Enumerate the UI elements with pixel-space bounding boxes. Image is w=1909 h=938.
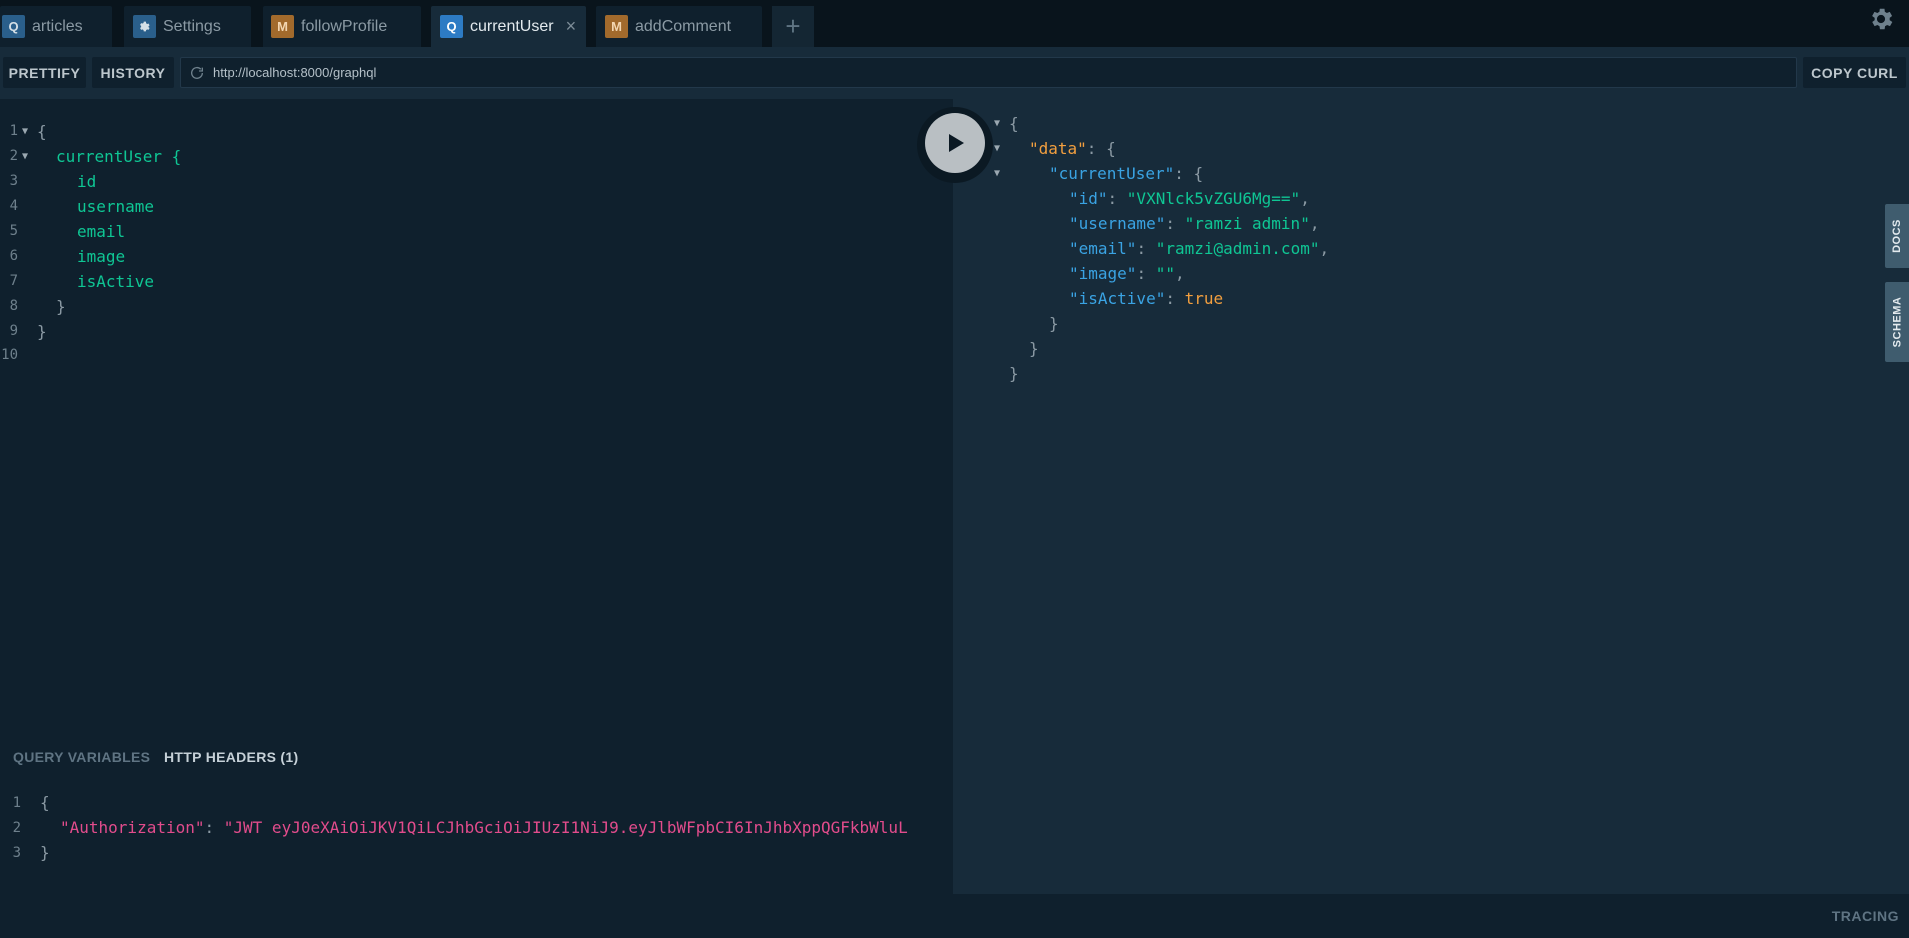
result-close-brace: } bbox=[1009, 364, 1019, 383]
code-line: username bbox=[77, 197, 155, 216]
mutation-badge: M bbox=[605, 15, 628, 38]
settings-gear-icon[interactable] bbox=[1867, 5, 1895, 33]
result-field-line: "email": "ramzi@admin.com", bbox=[1069, 239, 1330, 258]
tab-label: currentUser bbox=[470, 17, 554, 35]
add-tab-button[interactable]: + bbox=[772, 6, 814, 47]
fold-toggle-icon[interactable]: ▼ bbox=[994, 113, 1000, 135]
http-headers-editor[interactable]: 1 2 3 { "Authorization": "JWT eyJ0eXAiOi… bbox=[0, 779, 953, 894]
code-line: email bbox=[77, 222, 126, 241]
code-line: } bbox=[37, 322, 47, 341]
refresh-icon[interactable] bbox=[189, 65, 205, 81]
query-editor[interactable]: 1 2 3 4 5 6 7 8 9 10 ▼ ▼ { currentUser {… bbox=[0, 99, 953, 739]
code-line: currentUser { bbox=[56, 147, 182, 166]
close-tab-icon[interactable]: × bbox=[566, 16, 577, 37]
http-headers-tab[interactable]: HTTP HEADERS (1) bbox=[164, 749, 298, 765]
json-key: "id" bbox=[1069, 189, 1108, 208]
tab-bar: Q articles Settings M followProfile Q cu… bbox=[0, 0, 1909, 47]
play-icon bbox=[949, 134, 964, 152]
json-key: "currentUser" bbox=[1049, 164, 1175, 183]
line-number: 3 bbox=[9, 173, 18, 189]
query-variables-tab[interactable]: QUERY VARIABLES bbox=[13, 749, 150, 765]
line-number: 6 bbox=[9, 248, 18, 264]
tab-current-user[interactable]: Q currentUser × bbox=[431, 6, 586, 47]
line-number: 10 bbox=[1, 347, 18, 363]
tab-settings[interactable]: Settings bbox=[124, 6, 251, 47]
schema-tab[interactable]: SCHEMA bbox=[1885, 282, 1909, 362]
mutation-badge: M bbox=[271, 15, 294, 38]
tab-label: followProfile bbox=[301, 17, 388, 35]
header-key: "Authorization" bbox=[60, 818, 205, 837]
json-key: "username" bbox=[1069, 214, 1166, 233]
line-number: 2 bbox=[12, 820, 21, 836]
fold-toggle-icon[interactable]: ▼ bbox=[994, 163, 1000, 185]
docs-tab-label: DOCS bbox=[1891, 219, 1903, 253]
result-open-brace: { bbox=[1009, 114, 1019, 133]
line-number: 9 bbox=[9, 323, 18, 339]
execute-query-button[interactable] bbox=[925, 113, 985, 173]
footer: TRACING bbox=[0, 894, 1909, 938]
tab-label: addComment bbox=[635, 17, 732, 35]
tab-articles[interactable]: Q articles bbox=[0, 6, 112, 47]
prettify-button[interactable]: PRETTIFY bbox=[3, 57, 86, 88]
tab-follow-profile[interactable]: M followProfile bbox=[263, 6, 421, 47]
tracing-button[interactable]: TRACING bbox=[1832, 908, 1899, 924]
fold-toggle-icon[interactable]: ▼ bbox=[994, 138, 1000, 160]
docs-tab[interactable]: DOCS bbox=[1885, 204, 1909, 268]
code-line: } bbox=[40, 843, 50, 862]
history-button[interactable]: HISTORY bbox=[92, 57, 174, 88]
result-field-line: "id": "VXNlck5vZGU6Mg==", bbox=[1069, 189, 1310, 208]
line-number: 7 bbox=[9, 273, 18, 289]
json-key: "email" bbox=[1069, 239, 1137, 258]
schema-tab-label: SCHEMA bbox=[1891, 296, 1904, 348]
line-number: 1 bbox=[12, 795, 21, 811]
json-value: "" bbox=[1155, 264, 1175, 283]
endpoint-url-field[interactable] bbox=[180, 57, 1797, 88]
result-close-brace: } bbox=[1029, 339, 1039, 358]
code-line: } bbox=[56, 297, 66, 316]
code-line: { bbox=[37, 122, 47, 141]
line-number: 3 bbox=[12, 845, 21, 861]
line-number: 1 bbox=[9, 123, 18, 139]
result-field-line: "username": "ramzi admin", bbox=[1069, 214, 1320, 233]
result-field-line: "isActive": true bbox=[1069, 289, 1224, 308]
variables-panel-header: QUERY VARIABLES HTTP HEADERS (1) bbox=[0, 739, 953, 779]
result-close-brace: } bbox=[1049, 314, 1059, 333]
line-number: 5 bbox=[9, 223, 18, 239]
variables-panel: QUERY VARIABLES HTTP HEADERS (1) 1 2 3 {… bbox=[0, 739, 953, 894]
header-value: "JWT eyJ0eXAiOiJKV1QiLCJhbGciOiJIUzI1NiJ… bbox=[223, 818, 908, 837]
result-viewer: ▼ ▼ ▼ { "data": { "currentUser": { "id":… bbox=[953, 99, 1909, 894]
code-line: image bbox=[77, 247, 126, 266]
query-badge: Q bbox=[2, 15, 25, 38]
json-value: "ramzi@admin.com" bbox=[1155, 239, 1320, 258]
result-line-data: "data": { bbox=[1029, 139, 1116, 158]
header-line: "Authorization": "JWT eyJ0eXAiOiJKV1QiLC… bbox=[60, 818, 908, 837]
fold-toggle-icon[interactable]: ▼ bbox=[22, 121, 28, 143]
json-key: "image" bbox=[1069, 264, 1137, 283]
copy-curl-button[interactable]: COPY CURL bbox=[1803, 57, 1906, 88]
result-line-current-user: "currentUser": { bbox=[1049, 164, 1204, 183]
settings-gear-badge-icon bbox=[133, 15, 156, 38]
line-number: 2 bbox=[9, 148, 18, 164]
line-number: 8 bbox=[9, 298, 18, 314]
code-line: id bbox=[77, 172, 97, 191]
toolbar: PRETTIFY HISTORY COPY CURL bbox=[0, 47, 1909, 99]
json-value: "ramzi admin" bbox=[1184, 214, 1310, 233]
code-line: { bbox=[40, 793, 50, 812]
query-badge: Q bbox=[440, 15, 463, 38]
fold-toggle-icon[interactable]: ▼ bbox=[22, 146, 28, 168]
code-line: isActive bbox=[77, 272, 155, 291]
json-value: "VXNlck5vZGU6Mg==" bbox=[1126, 189, 1301, 208]
tab-label: articles bbox=[32, 17, 83, 35]
tab-add-comment[interactable]: M addComment bbox=[596, 6, 762, 47]
tab-label: Settings bbox=[163, 17, 221, 35]
json-key: "data" bbox=[1029, 139, 1087, 158]
result-field-line: "image": "", bbox=[1069, 264, 1185, 283]
json-key: "isActive" bbox=[1069, 289, 1166, 308]
json-value: true bbox=[1184, 289, 1224, 308]
line-number: 4 bbox=[9, 198, 18, 214]
endpoint-url-input[interactable] bbox=[213, 65, 1773, 80]
